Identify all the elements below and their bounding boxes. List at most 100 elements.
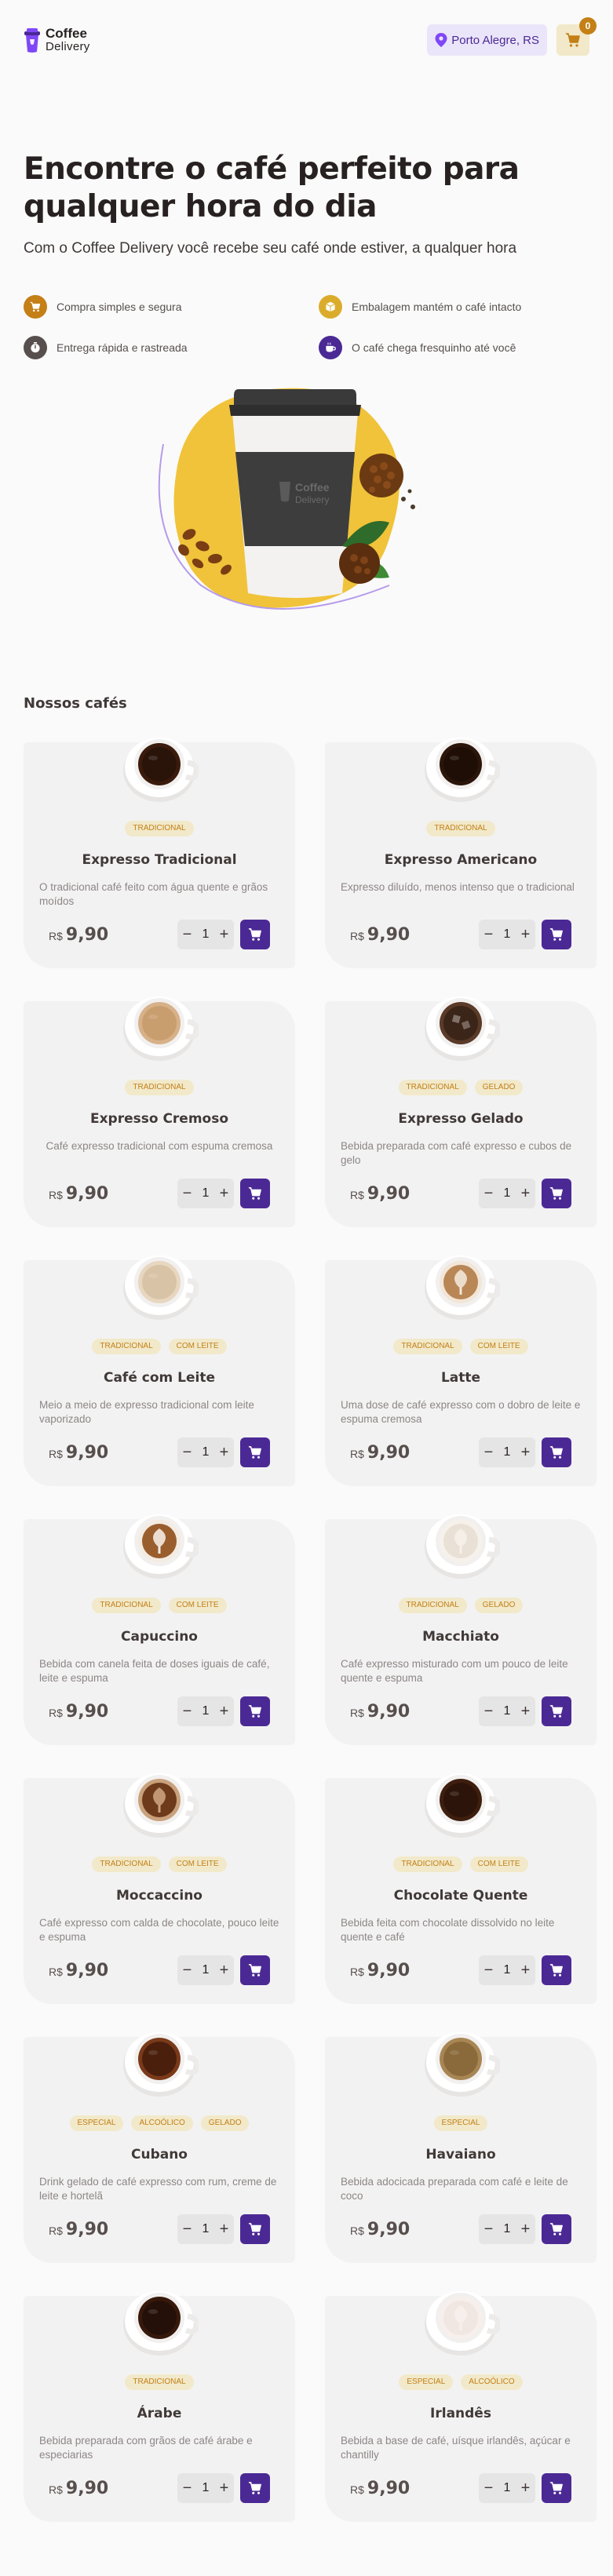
quantity-stepper[interactable]: − 1 + <box>479 1179 535 1208</box>
add-to-cart-button[interactable] <box>240 2214 270 2244</box>
plus-icon[interactable]: + <box>220 1445 229 1460</box>
quantity-value: 1 <box>202 1445 210 1459</box>
quantity-stepper[interactable]: − 1 + <box>177 1696 234 1726</box>
minus-icon[interactable]: − <box>484 1703 494 1719</box>
logo-line1: Coffee <box>46 26 87 41</box>
add-to-cart-button[interactable] <box>240 1179 270 1208</box>
quantity-stepper[interactable]: − 1 + <box>177 1955 234 1985</box>
purchase-controls: − 1 + <box>479 920 571 949</box>
minus-icon[interactable]: − <box>183 927 192 942</box>
purchase-controls: − 1 + <box>479 1696 571 1726</box>
plus-icon[interactable]: + <box>521 1186 531 1201</box>
price: R$ 9,90 <box>49 2479 108 2498</box>
plus-icon[interactable]: + <box>521 1703 531 1719</box>
quantity-stepper[interactable]: − 1 + <box>479 1955 535 1985</box>
plus-icon[interactable]: + <box>521 927 531 942</box>
quantity-stepper[interactable]: − 1 + <box>479 2214 535 2244</box>
quantity-stepper[interactable]: − 1 + <box>479 1437 535 1467</box>
price: R$ 9,90 <box>350 1702 410 1722</box>
coffee-card: TRADICIONAL COM LEITE Capuccino Bebida com … <box>24 1514 295 1745</box>
add-to-cart-button[interactable] <box>542 2473 571 2503</box>
add-to-cart-button[interactable] <box>542 2214 571 2244</box>
coffee-cup-icon <box>123 1773 199 1838</box>
add-to-cart-button[interactable] <box>542 920 571 949</box>
minus-icon[interactable]: − <box>183 1445 192 1460</box>
coffee-tag: ESPECIAL <box>69 2115 124 2131</box>
minus-icon[interactable]: − <box>484 2221 494 2237</box>
shopping-cart-icon <box>549 928 563 941</box>
quantity-value: 1 <box>503 2222 511 2235</box>
tag-list: ESPECIAL <box>433 2115 488 2131</box>
minus-icon[interactable]: − <box>484 1445 494 1460</box>
plus-icon[interactable]: + <box>220 927 229 942</box>
shopping-cart-icon <box>248 1705 261 1718</box>
add-to-cart-button[interactable] <box>240 2473 270 2503</box>
quantity-stepper[interactable]: − 1 + <box>177 920 234 949</box>
plus-icon[interactable]: + <box>220 1186 229 1201</box>
plus-icon[interactable]: + <box>521 2221 531 2237</box>
cart-button[interactable]: 0 <box>556 17 597 56</box>
minus-icon[interactable]: − <box>183 1962 192 1978</box>
plus-icon[interactable]: + <box>521 1962 531 1978</box>
quantity-stepper[interactable]: − 1 + <box>177 1437 234 1467</box>
quantity-stepper[interactable]: − 1 + <box>479 920 535 949</box>
quantity-value: 1 <box>202 1704 210 1718</box>
shopping-cart-icon <box>549 1705 563 1718</box>
currency-label: R$ <box>350 929 364 942</box>
quantity-stepper[interactable]: − 1 + <box>479 1696 535 1726</box>
plus-icon[interactable]: + <box>521 2480 531 2496</box>
minus-icon[interactable]: − <box>484 2480 494 2496</box>
purchase-controls: − 1 + <box>479 1437 571 1467</box>
price-value: 9,90 <box>367 1701 410 1722</box>
add-to-cart-button[interactable] <box>240 1696 270 1726</box>
minus-icon[interactable]: − <box>484 1962 494 1978</box>
minus-icon[interactable]: − <box>183 2480 192 2496</box>
benefit-label: O café chega fresquinho até você <box>352 341 516 354</box>
plus-icon[interactable]: + <box>220 1703 229 1719</box>
coffee-tag: TRADICIONAL <box>398 1080 467 1095</box>
quantity-stepper[interactable]: − 1 + <box>177 2473 234 2503</box>
add-to-cart-button[interactable] <box>542 1696 571 1726</box>
quantity-stepper[interactable]: − 1 + <box>479 2473 535 2503</box>
price-value: 9,90 <box>367 924 410 945</box>
minus-icon[interactable]: − <box>183 1186 192 1201</box>
buy-row: R$ 9,90 − 1 + <box>49 2214 270 2244</box>
coffee-icon <box>319 336 342 359</box>
quantity-value: 1 <box>503 1704 511 1718</box>
add-to-cart-button[interactable] <box>240 1955 270 1985</box>
minus-icon[interactable]: − <box>183 2221 192 2237</box>
minus-icon[interactable]: − <box>183 1703 192 1719</box>
add-to-cart-button[interactable] <box>240 920 270 949</box>
coffee-name: Latte <box>440 1370 481 1386</box>
buy-row: R$ 9,90 − 1 + <box>350 920 571 949</box>
coffee-card: TRADICIONAL COM LEITE Chocolate Quente Bebi… <box>325 1773 597 2004</box>
logo[interactable]: Coffee Delivery <box>24 27 90 53</box>
quantity-value: 1 <box>202 2222 210 2235</box>
location-button[interactable]: Porto Alegre, RS <box>427 24 547 56</box>
quantity-value: 1 <box>503 2481 511 2494</box>
plus-icon[interactable]: + <box>521 1445 531 1460</box>
purchase-controls: − 1 + <box>177 1955 270 1985</box>
coffee-tag: GELADO <box>474 1598 524 1613</box>
cart-icon <box>24 295 47 319</box>
add-to-cart-button[interactable] <box>240 1437 270 1467</box>
price: R$ 9,90 <box>49 925 108 945</box>
add-to-cart-button[interactable] <box>542 1179 571 1208</box>
currency-label: R$ <box>350 1706 364 1719</box>
plus-icon[interactable]: + <box>220 2480 229 2496</box>
add-to-cart-button[interactable] <box>542 1437 571 1467</box>
plus-icon[interactable]: + <box>220 2221 229 2237</box>
price-value: 9,90 <box>367 1183 410 1204</box>
price: R$ 9,90 <box>49 1702 108 1722</box>
quantity-stepper[interactable]: − 1 + <box>177 2214 234 2244</box>
coffee-cup-icon <box>425 738 500 802</box>
price: R$ 9,90 <box>350 2220 410 2239</box>
add-to-cart-button[interactable] <box>542 1955 571 1985</box>
coffee-card: TRADICIONAL Expresso Americano Expresso di… <box>325 738 597 968</box>
section-title: Nossos cafés <box>24 695 127 712</box>
benefit-item: Entrega rápida e rastreada <box>24 336 319 359</box>
plus-icon[interactable]: + <box>220 1962 229 1978</box>
minus-icon[interactable]: − <box>484 1186 494 1201</box>
quantity-stepper[interactable]: − 1 + <box>177 1179 234 1208</box>
minus-icon[interactable]: − <box>484 927 494 942</box>
